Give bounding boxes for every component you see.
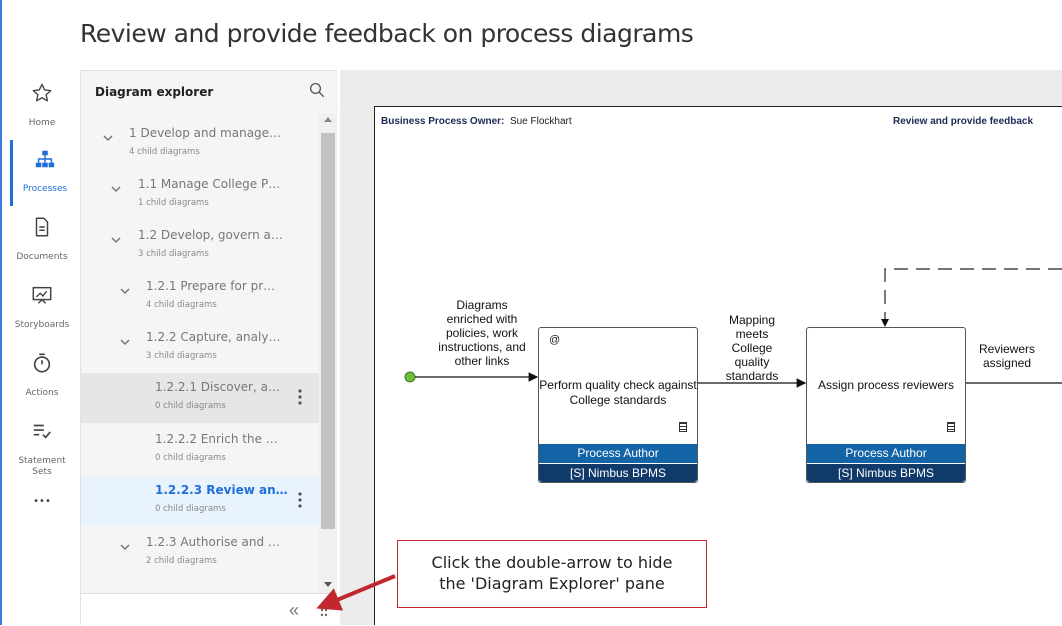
activity-system: [S] Nimbus BPMS bbox=[539, 464, 697, 482]
document-icon bbox=[10, 216, 74, 246]
more-icon: ••• bbox=[33, 496, 51, 507]
callout-line-2: the 'Diagram Explorer' pane bbox=[439, 574, 665, 593]
presentation-icon bbox=[10, 284, 74, 314]
nav-storyboards[interactable]: Storyboards bbox=[10, 276, 74, 342]
attachment-document-icon[interactable] bbox=[679, 422, 687, 432]
activity-assign-reviewers[interactable]: Assign process reviewers Process Author … bbox=[806, 327, 966, 483]
callout-line-1: Click the double-arrow to hide bbox=[431, 553, 673, 572]
tree-item[interactable]: 1.2 Develop, govern a… 3 child diagrams bbox=[81, 221, 319, 271]
explorer-title: Diagram explorer bbox=[95, 85, 214, 99]
tree-item-name: 1.1 Manage College P… bbox=[138, 177, 281, 191]
tree-item-count: 3 child diagrams bbox=[146, 351, 217, 361]
tree-item-count: 0 child diagrams bbox=[155, 401, 226, 411]
kebab-menu-icon[interactable] bbox=[297, 388, 303, 406]
tree-item[interactable]: 1 Develop and manage… 4 child diagrams bbox=[81, 119, 319, 169]
scroll-thumb[interactable] bbox=[321, 133, 335, 529]
diagram-tree: 1 Develop and manage… 4 child diagrams 1… bbox=[81, 119, 319, 593]
tree-item[interactable]: 1.2.2 Capture, analy… 3 child diagrams bbox=[81, 323, 319, 373]
explorer-header: Diagram explorer bbox=[81, 71, 338, 111]
nav-more[interactable]: ••• bbox=[10, 490, 74, 520]
collapse-pane-button[interactable]: « bbox=[289, 600, 299, 621]
process-owner-name: Sue Flockhart bbox=[509, 116, 572, 127]
input-flow-label: Diagrams enriched with policies, work in… bbox=[438, 298, 526, 368]
activity-quality-check-label: Perform quality check against College st… bbox=[539, 378, 697, 407]
nav-processes[interactable]: Processes bbox=[10, 140, 74, 206]
explorer-footer: « bbox=[81, 593, 338, 626]
tree-item-name: 1.2.3 Authorise and … bbox=[146, 535, 280, 549]
flow1-label: Mapping meets College quality standards bbox=[725, 313, 779, 383]
scroll-up-arrow-icon[interactable] bbox=[324, 117, 332, 122]
attachment-document-icon[interactable] bbox=[947, 422, 955, 432]
tree-item-count: 1 child diagrams bbox=[138, 198, 209, 208]
left-nav: Home Processes Documents Storyboards Act… bbox=[10, 70, 74, 625]
instruction-callout: Click the double-arrow to hide the 'Diag… bbox=[397, 540, 707, 608]
tree-item-count: 2 child diagrams bbox=[146, 556, 217, 566]
chevron-down-icon[interactable] bbox=[118, 540, 132, 554]
tree-item-count: 4 child diagrams bbox=[146, 300, 217, 310]
activity-quality-check[interactable]: @ Perform quality check against College … bbox=[538, 327, 698, 483]
tree-item-name: 1.2.1 Prepare for pr… bbox=[146, 279, 276, 293]
nav-actions-label: Actions bbox=[25, 388, 59, 398]
nav-statement-sets[interactable]: Statement Sets bbox=[10, 412, 74, 488]
activity-system: [S] Nimbus BPMS bbox=[807, 464, 965, 482]
stopwatch-icon bbox=[10, 352, 74, 382]
nav-home[interactable]: Home bbox=[10, 74, 74, 140]
chevron-down-icon[interactable] bbox=[109, 233, 123, 247]
activity-role: Process Author bbox=[539, 444, 697, 463]
diagram-title: Review and provide feedback bbox=[893, 116, 1034, 127]
nav-statement-sets-label: Statement Sets bbox=[18, 456, 66, 477]
tree-item-name: 1.2.2.2 Enrich the … bbox=[155, 432, 278, 446]
tree-item[interactable]: 1.2.2.1 Discover, a… 0 child diagrams bbox=[81, 373, 319, 423]
chevron-down-icon[interactable] bbox=[118, 284, 132, 298]
tree-item-count: 0 child diagrams bbox=[155, 453, 226, 463]
tree-item-count: 0 child diagrams bbox=[155, 504, 226, 514]
search-icon[interactable] bbox=[308, 81, 326, 99]
process-owner: Business Process Owner: Sue Flockhart bbox=[381, 116, 572, 127]
explorer-scrollbar[interactable] bbox=[319, 113, 337, 593]
process-owner-label: Business Process Owner: bbox=[381, 116, 505, 127]
at-icon: @ bbox=[549, 334, 561, 346]
tree-item-count: 4 child diagrams bbox=[129, 147, 200, 157]
tree-item-name: 1.2.2 Capture, analy… bbox=[146, 330, 281, 344]
tree-item-name: 1 Develop and manage… bbox=[129, 126, 282, 140]
resize-handle-icon[interactable] bbox=[319, 602, 329, 622]
sitemap-icon bbox=[13, 148, 77, 178]
chevron-down-icon[interactable] bbox=[101, 131, 115, 145]
title-dropdown-caret[interactable]: - bbox=[642, 24, 648, 45]
scroll-down-arrow-icon[interactable] bbox=[324, 582, 332, 587]
tree-item-name: 1.2.2.3 Review an… bbox=[155, 483, 288, 497]
tree-item[interactable]: 1.1 Manage College P… 1 child diagrams bbox=[81, 170, 319, 220]
nav-processes-label: Processes bbox=[22, 184, 68, 194]
tree-item-name: 1.2.2.1 Discover, a… bbox=[155, 380, 280, 394]
nav-documents-label: Documents bbox=[16, 252, 68, 262]
checklist-icon bbox=[10, 420, 74, 450]
activity-assign-reviewers-label: Assign process reviewers bbox=[817, 378, 955, 392]
nav-home-label: Home bbox=[28, 118, 56, 128]
tree-item-count: 3 child diagrams bbox=[138, 249, 209, 259]
nav-actions[interactable]: Actions bbox=[10, 344, 74, 410]
chevron-down-icon[interactable] bbox=[118, 335, 132, 349]
tree-item-name: 1.2 Develop, govern a… bbox=[138, 228, 283, 242]
diagram-explorer-pane: Diagram explorer 1 Develop and manage… 4… bbox=[80, 70, 338, 626]
tree-item-selected[interactable]: 1.2.2.3 Review an… 0 child diagrams bbox=[81, 476, 319, 526]
page-title: Review and provide feedback on process d… bbox=[80, 19, 694, 48]
star-icon bbox=[10, 82, 74, 112]
chevron-down-icon[interactable] bbox=[109, 182, 123, 196]
kebab-menu-icon[interactable] bbox=[297, 491, 303, 509]
flow2-label: Reviewers assigned bbox=[978, 342, 1035, 370]
nav-storyboards-label: Storyboards bbox=[14, 320, 70, 330]
tree-item[interactable]: 1.2.1 Prepare for pr… 4 child diagrams bbox=[81, 272, 319, 322]
activity-role: Process Author bbox=[807, 444, 965, 463]
nav-documents[interactable]: Documents bbox=[10, 208, 74, 274]
tree-item[interactable]: 1.2.3 Authorise and … 2 child diagrams bbox=[81, 528, 319, 578]
window-left-border bbox=[0, 0, 10, 625]
tree-item[interactable]: 1.2.2.2 Enrich the … 0 child diagrams bbox=[81, 425, 319, 475]
